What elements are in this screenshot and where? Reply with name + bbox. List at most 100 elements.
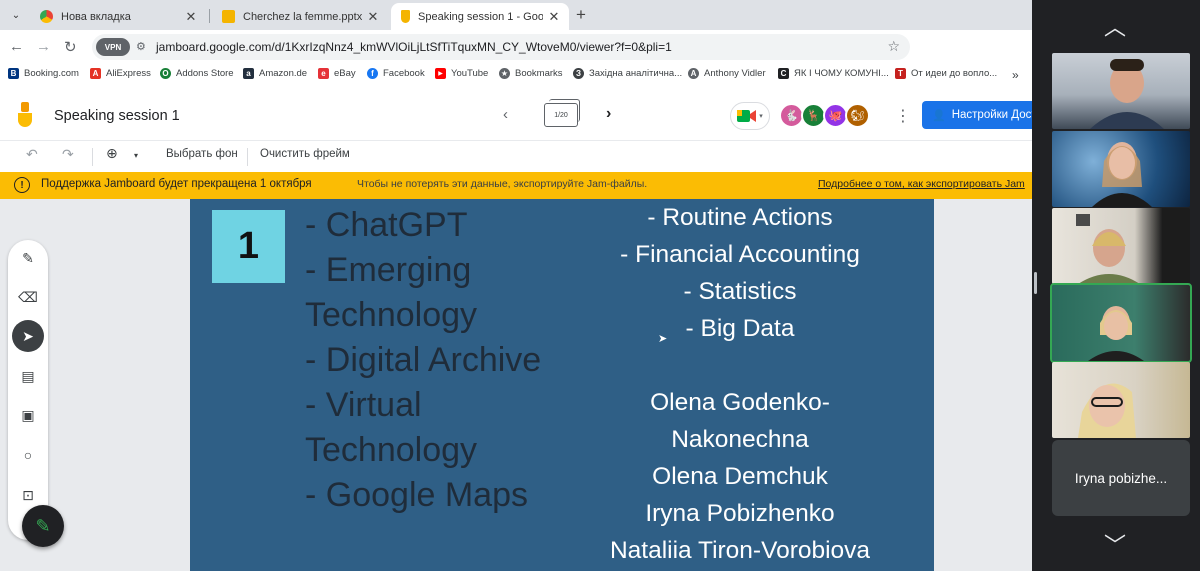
topic-item: - Digital Archive xyxy=(305,341,542,379)
dropdown-icon: ▾ xyxy=(759,113,763,120)
ebay-icon: e xyxy=(318,68,329,79)
author-name: Nataliia Tiron-Vorobiova xyxy=(609,537,871,564)
clear-frame-button[interactable]: Очистить фрейм xyxy=(260,148,350,160)
bookmark-vidler[interactable]: A Anthony Vidler xyxy=(688,68,766,79)
chrome-icon xyxy=(40,10,53,23)
url-text[interactable]: jamboard.google.com/d/1KxrIzqNnz4_kmWVlO… xyxy=(156,40,672,54)
bookmark-youtube[interactable]: ▶ YouTube xyxy=(435,68,488,79)
bookmarks-bar: B Booking.com A AliExpress O Addons Store a… xyxy=(0,64,1032,86)
redo-icon[interactable]: ↷ xyxy=(62,146,74,163)
participant-video-tile[interactable] xyxy=(1052,131,1190,207)
participant-video xyxy=(1088,306,1144,361)
globe-icon: З xyxy=(573,68,584,79)
topic-item: - Virtual xyxy=(305,386,422,424)
text-box-icon[interactable]: ⊡ xyxy=(16,483,40,507)
participant-video-tile[interactable] xyxy=(1052,208,1190,284)
frame-slide[interactable]: 1 - ChatGPT - Emerging Technology - Digi… xyxy=(190,199,934,571)
participant-video xyxy=(1092,142,1152,207)
avatar-collaborator[interactable]: 🐿 xyxy=(845,103,870,128)
set-background-button[interactable]: Выбрать фон xyxy=(166,148,238,160)
jamboard-logo-icon xyxy=(18,102,32,127)
more-options-icon[interactable]: ⋮ xyxy=(895,106,911,126)
info-icon: ! xyxy=(14,177,30,193)
tab-new-tab[interactable]: Нова вкладка ✕ xyxy=(30,3,206,30)
bookmarks-icon: ★ xyxy=(499,68,510,79)
bookmark-bookmarks[interactable]: ★ Bookmarks xyxy=(499,68,563,79)
eraser-icon[interactable]: ⌫ xyxy=(16,285,40,309)
panel-scrollbar[interactable] xyxy=(1034,272,1037,294)
toolbar-divider xyxy=(247,148,248,166)
omnibox[interactable]: VPN ⚙ jamboard.google.com/d/1KxrIzqNnz4_… xyxy=(92,34,910,60)
tab-speaking-session[interactable]: Speaking session 1 - Google Jam ✕ xyxy=(391,3,569,30)
forward-icon[interactable]: → xyxy=(36,38,51,55)
bookmark-label: Booking.com xyxy=(24,68,79,79)
meet-button[interactable]: ▾ xyxy=(730,102,770,130)
scroll-down-icon[interactable]: ﹀ xyxy=(1104,528,1126,560)
bookmark-ebay[interactable]: e eBay xyxy=(318,68,356,79)
close-icon[interactable]: ✕ xyxy=(366,9,380,25)
jam-title[interactable]: Speaking session 1 xyxy=(54,108,180,124)
participant-video-tile[interactable] xyxy=(1052,53,1190,129)
address-row: ← → ↻ VPN ⚙ jamboard.google.com/d/1KxrIz… xyxy=(0,30,1032,83)
bookmark-yak-i-chomu[interactable]: C ЯК І ЧОМУ КОМУНІ... xyxy=(778,68,889,79)
undo-icon[interactable]: ↶ xyxy=(26,146,38,163)
browser-window: ⌄ Нова вкладка ✕ Cherchez la femme.pptx … xyxy=(0,0,1032,571)
frame-counter[interactable]: 1/20 xyxy=(544,99,580,127)
back-icon[interactable]: ← xyxy=(9,38,24,55)
globe-icon: A xyxy=(688,68,699,79)
tab-cherchez[interactable]: Cherchez la femme.pptx - Goog ✕ xyxy=(212,3,388,30)
more-bookmarks-icon[interactable]: » xyxy=(1012,68,1019,82)
bookmark-zakhidna[interactable]: З Західна аналітична... xyxy=(573,68,682,79)
bookmark-aliexpress[interactable]: A AliExpress xyxy=(90,68,151,79)
participant-name-tile[interactable]: Iryna pobizhe... xyxy=(1052,440,1190,516)
youtube-icon: ▶ xyxy=(435,68,446,79)
tab-title: Нова вкладка xyxy=(61,10,131,23)
tab-separator xyxy=(209,9,210,23)
author-name: Olena Godenko- xyxy=(650,389,830,416)
tool-palette: ✎ ⌫ ➤ ▤ ▣ ○ ⊡ xyxy=(8,240,48,540)
tab-search-icon[interactable]: ⌄ xyxy=(6,5,26,25)
select-cursor-icon[interactable]: ➤ xyxy=(12,320,44,352)
notice-title: Поддержка Jamboard будет прекращена 1 ок… xyxy=(41,178,312,190)
person-icon: 👤 xyxy=(932,109,946,122)
facebook-icon: f xyxy=(367,68,378,79)
jam-canvas[interactable]: 1 - ChatGPT - Emerging Technology - Digi… xyxy=(0,199,1032,571)
bookmark-label: ЯК І ЧОМУ КОМУНІ... xyxy=(794,68,889,79)
next-frame-icon[interactable]: › xyxy=(606,105,611,123)
sticky-note-icon[interactable]: ▤ xyxy=(16,364,40,388)
share-settings-button[interactable]: 👤 Настройки Дост xyxy=(922,101,1032,129)
slide-number-box: 1 xyxy=(212,210,285,283)
bookmark-ot-idei[interactable]: T От идеи до вопло... xyxy=(895,68,997,79)
bookmark-star-icon[interactable]: ☆ xyxy=(887,38,900,55)
previous-frame-icon[interactable]: ‹ xyxy=(503,106,508,123)
new-tab-icon[interactable]: + xyxy=(576,5,586,25)
shape-circle-icon[interactable]: ○ xyxy=(16,443,40,467)
tab-title: Cherchez la femme.pptx - Goog xyxy=(243,10,362,23)
close-icon[interactable]: ✕ xyxy=(547,9,561,25)
vpn-badge[interactable]: VPN xyxy=(96,38,130,56)
reload-icon[interactable]: ↻ xyxy=(64,38,77,56)
pen-icon[interactable]: ✎ xyxy=(16,246,40,270)
participant-video-tile-active[interactable] xyxy=(1050,283,1192,363)
scroll-up-icon[interactable]: ︿ xyxy=(1104,10,1126,42)
topic-item: - ChatGPT xyxy=(305,206,468,244)
site-settings-icon[interactable]: ⚙ xyxy=(136,40,146,53)
bookmark-label: Bookmarks xyxy=(515,68,563,79)
tab-title: Speaking session 1 - Google Jam xyxy=(418,10,543,23)
image-icon[interactable]: ▣ xyxy=(16,403,40,427)
bookmark-label: AliExpress xyxy=(106,68,151,79)
zoom-icon[interactable]: ⊕ xyxy=(106,145,118,162)
participant-video-tile[interactable] xyxy=(1052,362,1190,438)
participant-video xyxy=(1078,383,1136,438)
topic-item: Technology xyxy=(305,296,478,334)
bookmark-facebook[interactable]: f Facebook xyxy=(367,68,425,79)
notice-link[interactable]: Подробнее о том, как экспортировать Jam xyxy=(818,178,1025,190)
close-icon[interactable]: ✕ xyxy=(184,9,198,25)
bookmark-booking[interactable]: B Booking.com xyxy=(8,68,79,79)
draw-fab-button[interactable]: ✎ xyxy=(22,505,64,547)
author-name: Nakonechna xyxy=(671,426,809,453)
bookmark-addons[interactable]: O Addons Store xyxy=(160,68,234,79)
tab-strip: ⌄ Нова вкладка ✕ Cherchez la femme.pptx … xyxy=(0,0,1032,30)
bookmark-amazon[interactable]: a Amazon.de xyxy=(243,68,307,79)
zoom-dropdown-icon[interactable]: ▾ xyxy=(134,151,138,160)
